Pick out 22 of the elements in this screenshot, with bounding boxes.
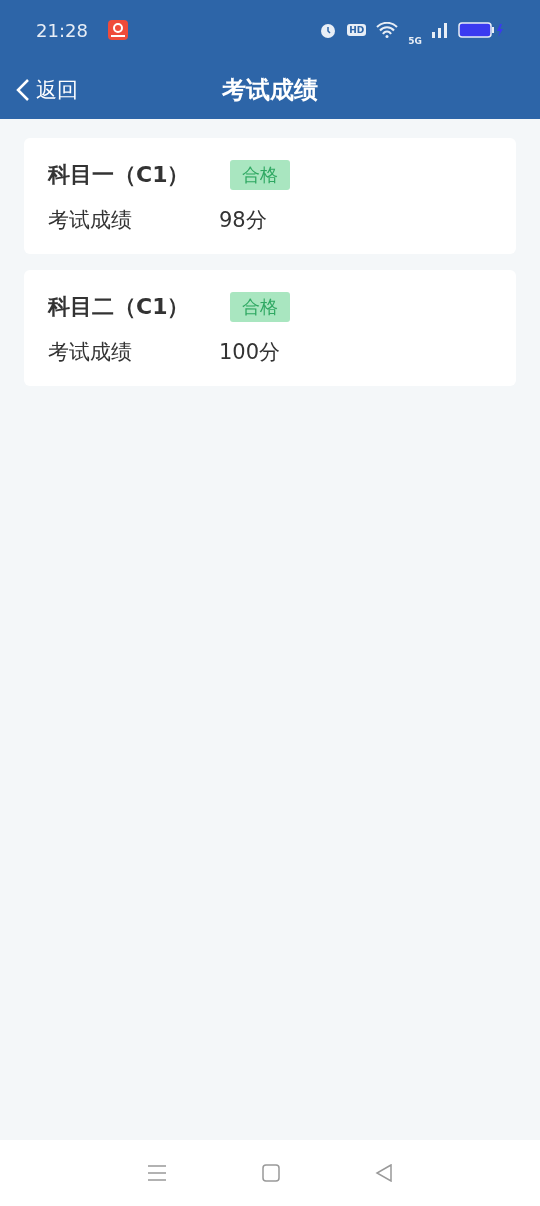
battery-icon xyxy=(458,22,504,38)
score-value: 100分 xyxy=(219,339,281,366)
back-button[interactable]: 返回 xyxy=(16,75,78,104)
app-icon xyxy=(107,20,128,40)
home-icon[interactable] xyxy=(262,1164,280,1182)
score-value: 98分 xyxy=(219,207,267,234)
wifi-icon xyxy=(376,22,399,38)
chevron-left-icon xyxy=(16,77,30,102)
status-time: 21:28 xyxy=(36,19,88,41)
menu-icon[interactable] xyxy=(147,1164,168,1182)
back-icon[interactable] xyxy=(374,1164,393,1182)
score-label: 考试成绩 xyxy=(48,207,133,234)
hd-indicator: HD xyxy=(347,24,367,36)
page-title: 考试成绩 xyxy=(222,74,318,106)
score-label: 考试成绩 xyxy=(48,339,133,366)
subject-title: 科目二（C1） xyxy=(48,293,191,321)
subject-title: 科目一（C1） xyxy=(48,161,191,189)
alarm-icon xyxy=(319,21,338,39)
status-badge: 合格 xyxy=(230,292,290,322)
network-type: 5G xyxy=(408,36,422,46)
signal-icon xyxy=(432,22,448,38)
status-badge: 合格 xyxy=(230,160,290,190)
